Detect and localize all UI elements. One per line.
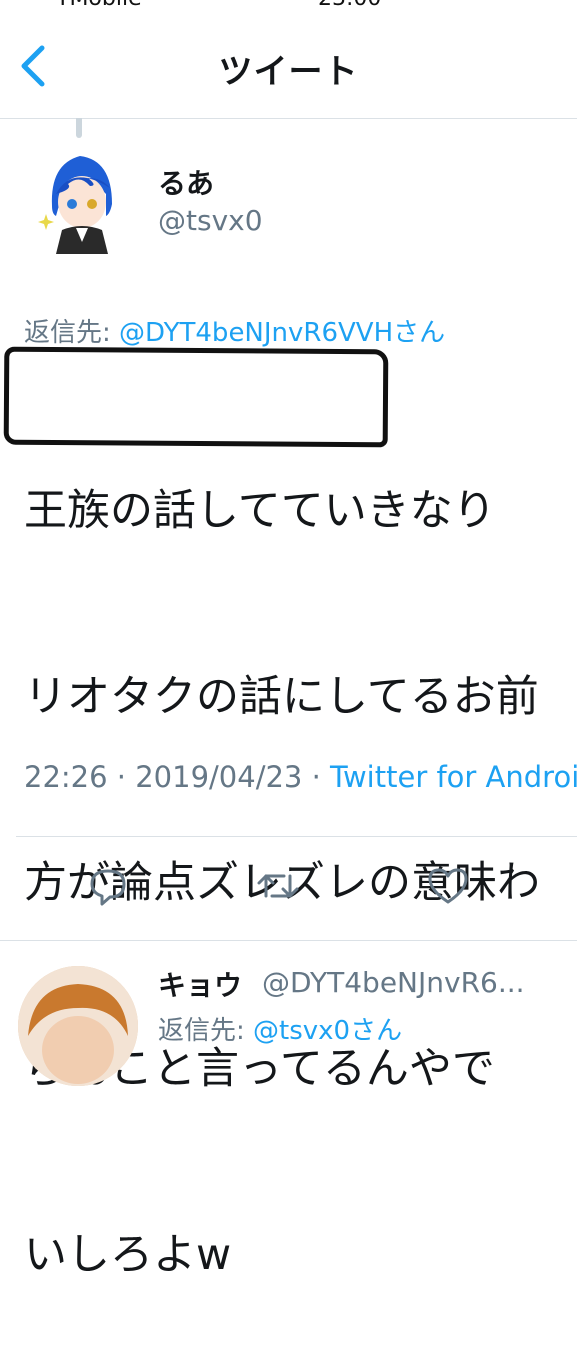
tweet-line: リオタクの話にしてるお前 — [24, 672, 539, 722]
display-name[interactable]: キョウ — [158, 964, 242, 1004]
tweet-time: 22:26 — [24, 760, 108, 794]
heart-icon — [428, 868, 468, 904]
reply-mention-link[interactable]: @DYT4beNJnvR6VVHさん — [119, 318, 445, 348]
action-bar — [0, 838, 577, 938]
meta-separator: · — [302, 760, 331, 794]
retweet-button[interactable] — [254, 862, 302, 910]
reply-icon — [90, 869, 126, 906]
tweet-line: 王族の話してていきなり — [24, 486, 496, 536]
divider — [0, 940, 577, 941]
avatar-illustration — [38, 156, 112, 254]
reply-to-line: 返信先: @tsvx0さん — [158, 1010, 402, 1047]
avatar-photo — [18, 966, 138, 1086]
avatar[interactable] — [32, 144, 128, 256]
status-bar: TMobile 23:00 — [0, 0, 577, 14]
hand-drawn-highlight-box — [3, 346, 389, 448]
reply-prefix: 返信先: — [158, 1016, 254, 1046]
divider — [16, 836, 577, 837]
status-time: 23:00 — [318, 0, 381, 11]
reply-prefix: 返信先: — [24, 318, 120, 348]
user-handle[interactable]: @DYT4beNJnvR6... — [262, 966, 525, 999]
like-button[interactable] — [424, 862, 472, 910]
nav-bar: ツイート — [0, 14, 577, 119]
thread-connector-line — [76, 118, 82, 138]
page-title: ツイート — [218, 52, 359, 92]
user-handle[interactable]: @tsvx0 — [158, 204, 263, 237]
tweet-line: いしろよw — [24, 1230, 232, 1280]
display-name[interactable]: るあ — [158, 162, 214, 202]
meta-separator: · — [107, 760, 136, 794]
tweet-meta: 22:26 · 2019/04/23 · Twitter for Android — [24, 760, 577, 794]
carrier-label: TMobile — [56, 0, 142, 11]
reply-to-line: 返信先: @DYT4beNJnvR6VVHさん — [24, 312, 445, 349]
retweet-icon — [257, 874, 299, 898]
avatar[interactable] — [18, 966, 138, 1086]
reply-mention-link[interactable]: @tsvx0さん — [253, 1016, 402, 1046]
tweet-date: 2019/04/23 — [135, 760, 303, 794]
reply-button[interactable] — [84, 862, 132, 910]
tweet-client-link[interactable]: Twitter for Android — [330, 760, 577, 794]
